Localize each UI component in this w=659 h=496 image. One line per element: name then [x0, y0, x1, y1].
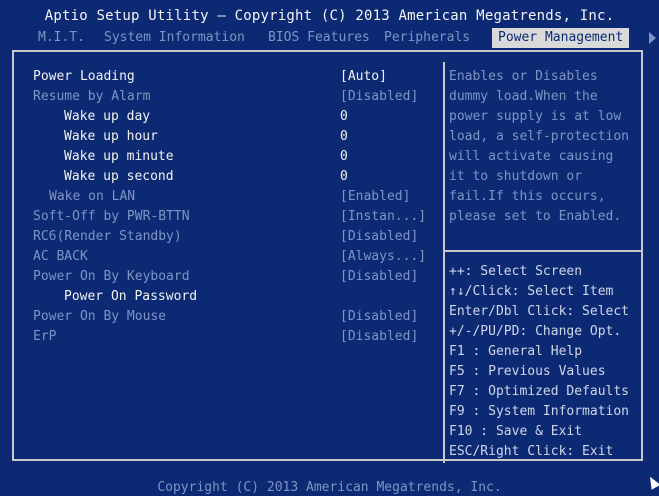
help-line: Enables or Disables: [449, 69, 598, 84]
setting-value: 0: [340, 129, 348, 144]
help-text: Enables or Disables dummy load.When the …: [449, 67, 639, 227]
setting-value[interactable]: [Enabled]: [340, 187, 410, 207]
tab-system-information[interactable]: System Information: [104, 28, 245, 48]
setting-label: ErP: [33, 329, 57, 344]
help-line: fail.If this occurs,: [449, 189, 606, 204]
setting-label: Wake up second: [64, 169, 174, 184]
key-legend-line: F5 : Previous Values: [449, 364, 606, 379]
setting-value[interactable]: [Instan...]: [340, 207, 426, 227]
setting-label: Power Loading: [33, 69, 135, 84]
tab-bar: M.I.T. System Information BIOS Features …: [0, 28, 659, 48]
key-legend-line: ESC/Right Click: Exit: [449, 444, 614, 459]
key-legend-line: F9 : System Information: [449, 404, 630, 419]
setting-label: Soft-Off by PWR-BTTN: [33, 209, 190, 224]
key-legend-line: F10 : Save & Exit: [449, 424, 583, 439]
setting-label: Wake up hour: [64, 129, 158, 144]
setting-label: Power On By Mouse: [33, 309, 167, 324]
setting-value[interactable]: [Always...]: [340, 247, 426, 267]
setting-label: Wake up day: [64, 109, 151, 124]
setting-value[interactable]: [Disabled]: [340, 227, 418, 247]
help-line: dummy load.When the: [449, 89, 598, 104]
help-line: power supply is at low: [449, 109, 622, 124]
tab-scroll-right-icon[interactable]: [649, 32, 656, 44]
setting-value[interactable]: [Disabled]: [340, 267, 418, 287]
help-line: it to shutdown or: [449, 169, 583, 184]
setting-value: 0: [340, 109, 348, 124]
setting-value: 0: [340, 169, 348, 184]
help-line: load, a self-protection: [449, 129, 630, 144]
tab-mit[interactable]: M.I.T.: [38, 28, 85, 48]
key-legend-line: F1 : General Help: [449, 344, 583, 359]
setting-label: Power On By Keyboard: [33, 269, 190, 284]
key-legend-line: +/-/PU/PD: Change Opt.: [449, 324, 622, 339]
setting-label: Resume by Alarm: [33, 89, 151, 104]
setting-value[interactable]: [Disabled]: [340, 307, 418, 327]
tab-power-management[interactable]: Power Management: [492, 28, 630, 48]
footer-copyright: Copyright (C) 2013 American Megatrends, …: [157, 480, 502, 495]
setting-label: AC BACK: [33, 249, 88, 264]
key-legend-line: F7 : Optimized Defaults: [449, 384, 630, 399]
setting-value[interactable]: [Auto]: [340, 67, 387, 87]
key-legend-line: ↑↓/Click: Select Item: [449, 284, 614, 299]
tab-peripherals[interactable]: Peripherals: [384, 28, 470, 48]
panel-divider: [443, 62, 445, 463]
setting-value[interactable]: [Disabled]: [340, 327, 418, 347]
key-legend-line: Enter/Dbl Click: Select: [449, 304, 630, 319]
help-line: please set to Enabled.: [449, 209, 622, 224]
key-legend: ++: Select Screen ↑↓/Click: Select Item …: [449, 262, 649, 462]
setting-label: Wake on LAN: [49, 189, 136, 204]
setting-label: Power On Password: [64, 289, 198, 304]
help-divider: [445, 250, 643, 252]
setting-value[interactable]: [Disabled]: [340, 87, 418, 107]
bios-title: Aptio Setup Utility – Copyright (C) 2013…: [44, 8, 615, 24]
setting-label: RC6(Render Standby): [33, 229, 182, 244]
help-line: will activate causing: [449, 149, 614, 164]
setting-value: 0: [340, 149, 348, 164]
tab-bios-features[interactable]: BIOS Features: [268, 28, 370, 48]
key-legend-line: ++: Select Screen: [449, 264, 583, 279]
setting-label: Wake up minute: [64, 149, 174, 164]
